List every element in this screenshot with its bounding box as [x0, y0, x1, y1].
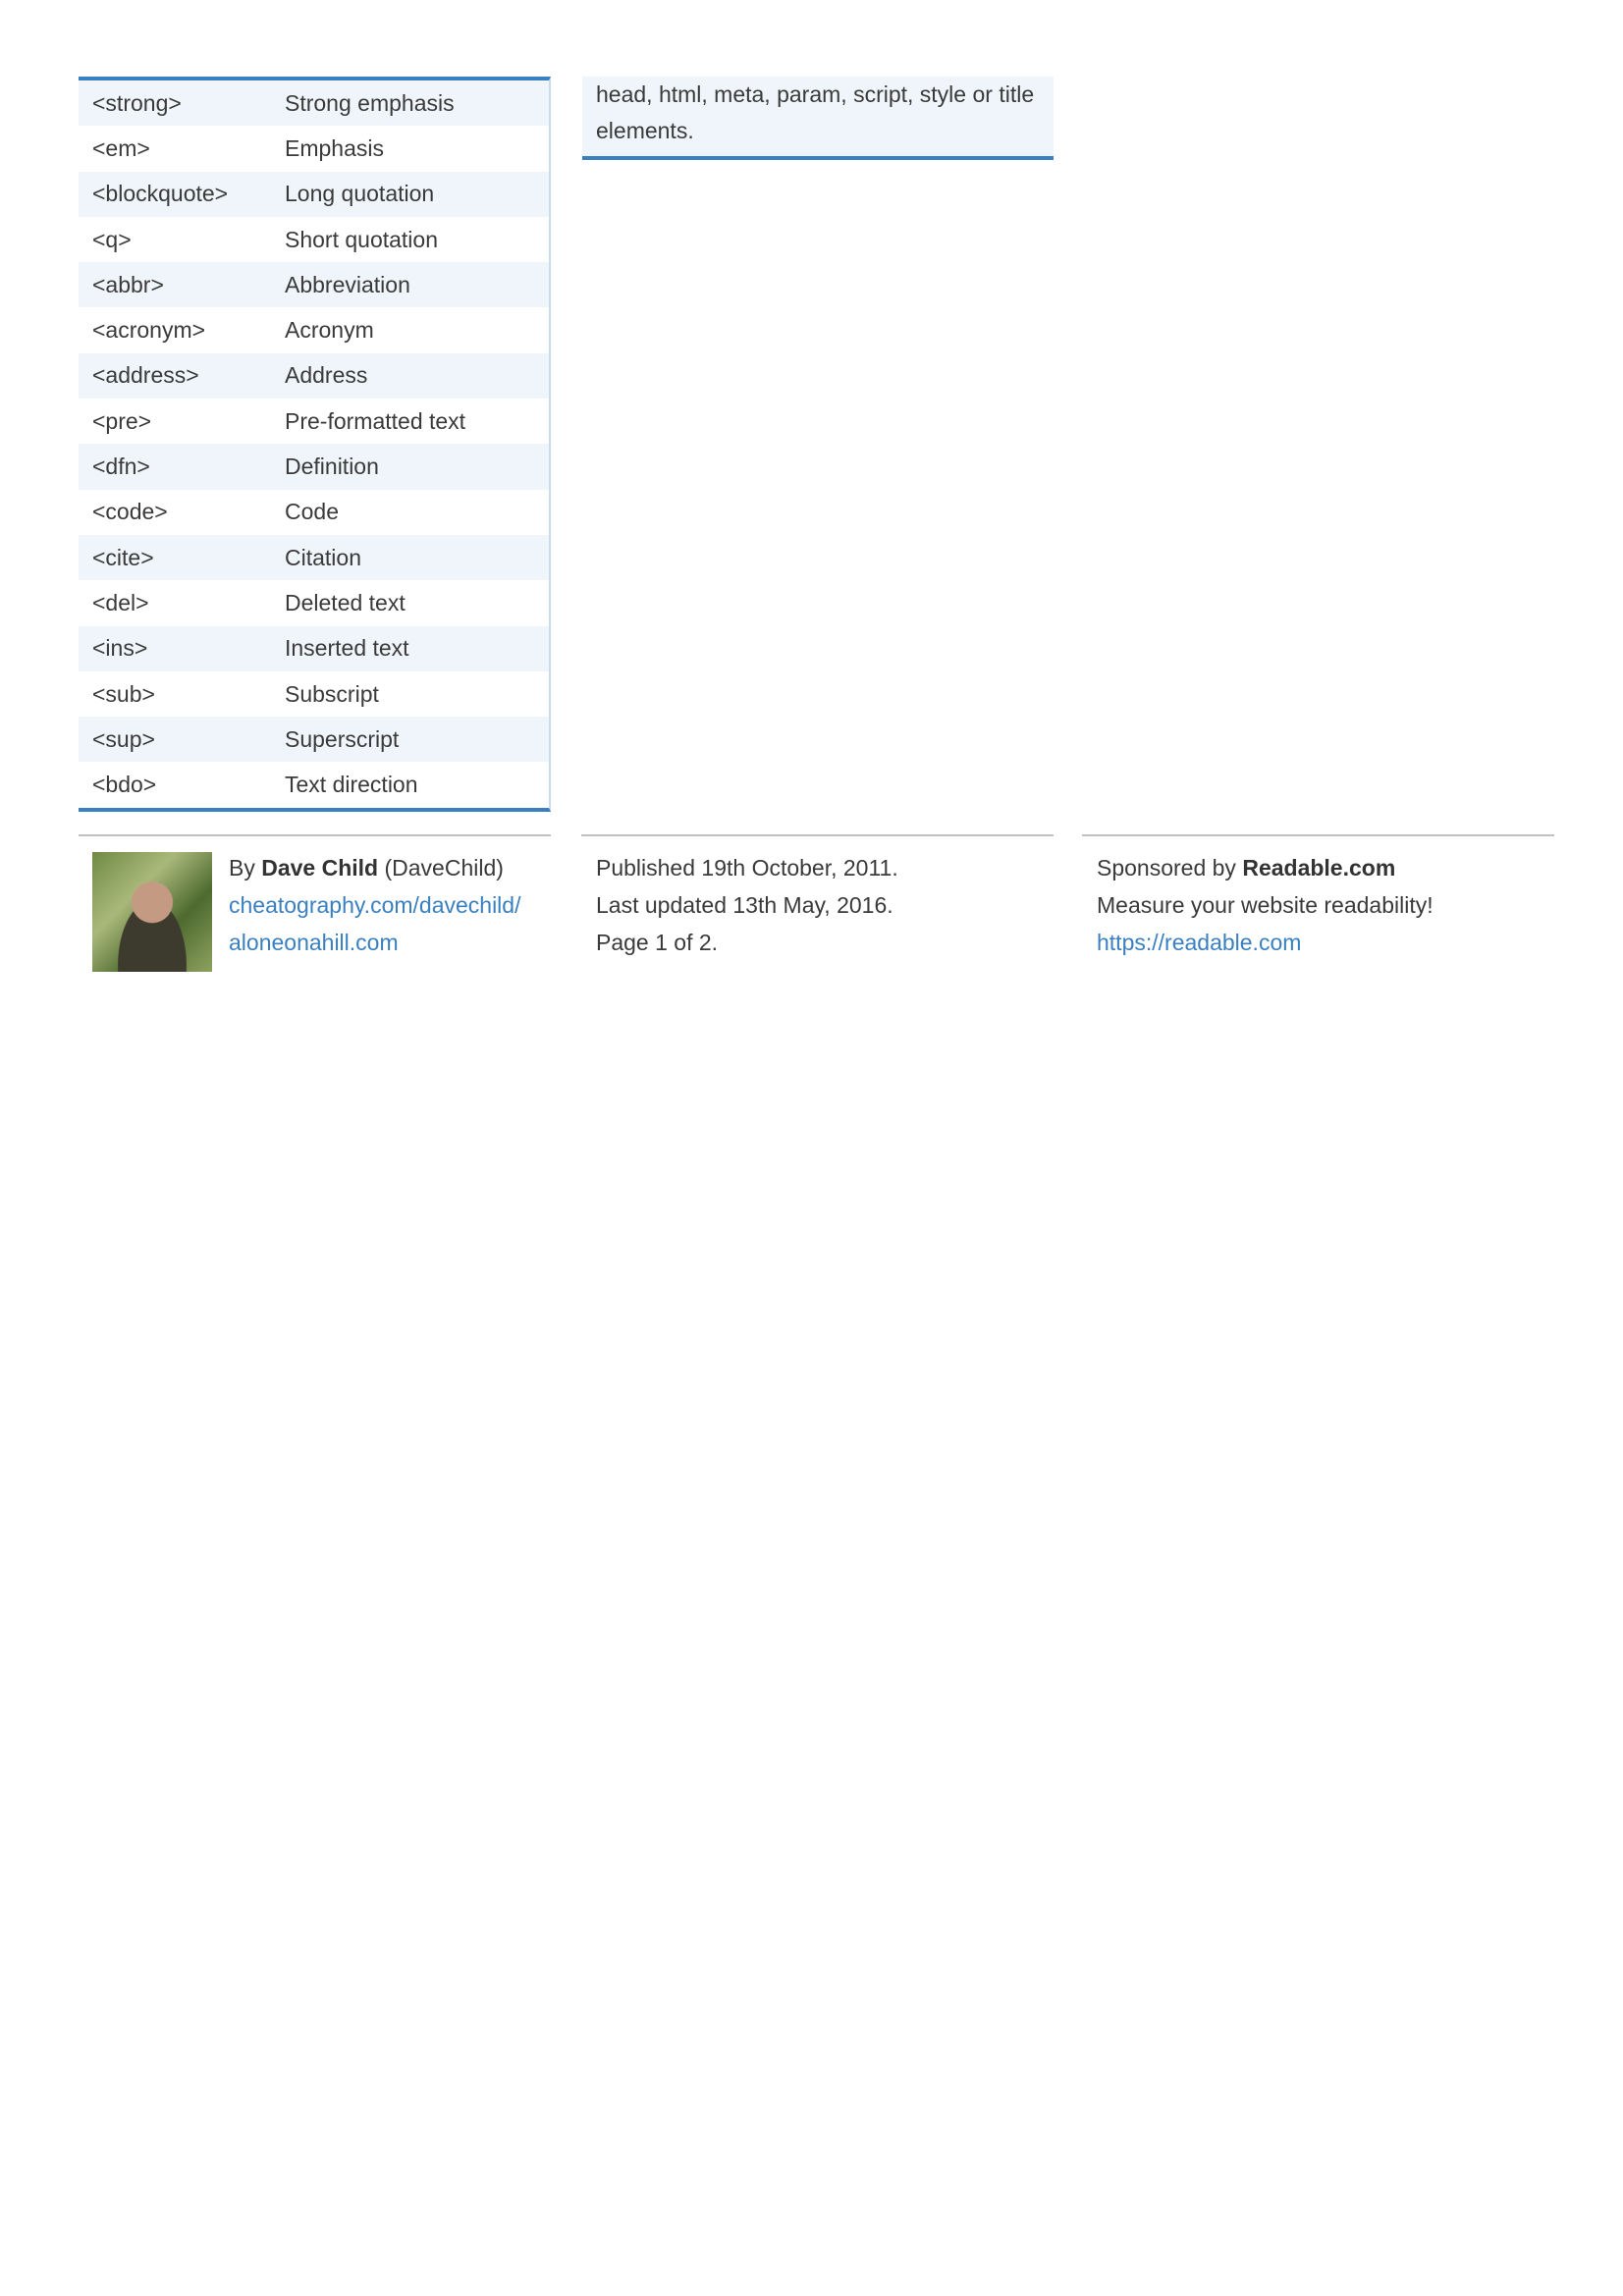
table-row: <sub> Subscript — [79, 670, 549, 718]
description-cell: Address — [285, 362, 368, 389]
tag-cell: <del> — [92, 589, 149, 615]
tag-cell: <q> — [92, 226, 132, 252]
sponsor-tagline: Measure your website readability! — [1097, 892, 1434, 918]
tag-cell: <code> — [92, 499, 168, 525]
author-handle: (DaveChild) — [378, 855, 504, 881]
table-row: <sup> Superscript — [79, 717, 549, 763]
footer-sponsor: Sponsored by Readable.com Measure your w… — [1082, 834, 1554, 961]
sponsor-prefix: Sponsored by — [1097, 855, 1243, 881]
sponsor-link[interactable]: https://readable.com — [1097, 924, 1554, 961]
note-line-2: elements. — [596, 118, 694, 143]
published-date: Published 19th October, 2011. — [596, 855, 898, 881]
description-cell: Citation — [285, 544, 361, 570]
table-row: <q> Short quotation — [79, 216, 549, 263]
page-number: Page 1 of 2. — [596, 930, 719, 955]
table-row: <blockquote> Long quotation — [79, 171, 549, 217]
description-cell: Text direction — [285, 772, 418, 798]
tag-cell: <sub> — [92, 680, 155, 707]
table-row: <address> Address — [79, 352, 549, 400]
description-cell: Superscript — [285, 725, 400, 752]
footer-author: By Dave Child (DaveChild) cheatography.c… — [79, 834, 551, 991]
updated-date: Last updated 13th May, 2016. — [596, 892, 893, 918]
table-row: <dfn> Definition — [79, 444, 549, 490]
table-row: <cite> Citation — [79, 534, 549, 581]
note-line-1: head, html, meta, param, script, style o… — [596, 81, 1035, 107]
sponsor-line: Sponsored by Readable.com — [1097, 849, 1554, 886]
table-row: <strong> Strong emphasis — [79, 80, 549, 127]
author-profile-link[interactable]: cheatography.com/davechild/ — [229, 886, 520, 924]
table-row: <abbr> Abbreviation — [79, 262, 549, 308]
author-text: By Dave Child (DaveChild) cheatography.c… — [229, 849, 520, 961]
tag-cell: <cite> — [92, 544, 154, 570]
description-cell: Inserted text — [285, 635, 409, 662]
description-cell: Strong emphasis — [285, 89, 455, 116]
description-cell: Long quotation — [285, 181, 435, 207]
description-cell: Code — [285, 499, 339, 525]
table-row: <bdo> Text direction — [79, 762, 549, 808]
author-name: Dave Child — [261, 855, 379, 881]
description-cell: Pre-formatted text — [285, 407, 466, 434]
table-row: <pre> Pre-formatted text — [79, 399, 549, 445]
author-website-link[interactable]: aloneonahill.com — [229, 924, 520, 961]
description-cell: Deleted text — [285, 589, 406, 615]
tag-cell: <ins> — [92, 635, 148, 662]
author-by-prefix: By — [229, 855, 262, 881]
author-avatar — [92, 852, 212, 972]
tag-cell: <dfn> — [92, 454, 150, 480]
tag-cell: <em> — [92, 134, 150, 161]
tag-cell: <blockquote> — [92, 181, 229, 207]
tag-cell: <acronym> — [92, 317, 206, 344]
note-box: head, html, meta, param, script, style o… — [582, 77, 1054, 160]
table-row: <acronym> Acronym — [79, 307, 549, 353]
description-cell: Emphasis — [285, 134, 384, 161]
description-cell: Abbreviation — [285, 271, 410, 297]
tag-cell: <address> — [92, 362, 199, 389]
tag-cell: <strong> — [92, 89, 182, 116]
table-row: <ins> Inserted text — [79, 625, 549, 671]
sponsor-name: Readable.com — [1242, 855, 1396, 881]
tag-cell: <sup> — [92, 725, 155, 752]
tag-cell: <pre> — [92, 407, 152, 434]
description-cell: Definition — [285, 454, 379, 480]
description-cell: Subscript — [285, 680, 379, 707]
tag-cell: <bdo> — [92, 772, 157, 798]
description-cell: Short quotation — [285, 226, 439, 252]
table-row: <code> Code — [79, 489, 549, 535]
table-row: <del> Deleted text — [79, 580, 549, 626]
description-cell: Acronym — [285, 317, 374, 344]
tag-table: <strong> Strong emphasis <em> Emphasis <bloc… — [79, 77, 551, 812]
table-row: <em> Emphasis — [79, 126, 549, 172]
author-byline: By Dave Child (DaveChild) — [229, 849, 520, 886]
tag-cell: <abbr> — [92, 271, 164, 297]
footer-published: Published 19th October, 2011. Last updat… — [581, 834, 1054, 961]
